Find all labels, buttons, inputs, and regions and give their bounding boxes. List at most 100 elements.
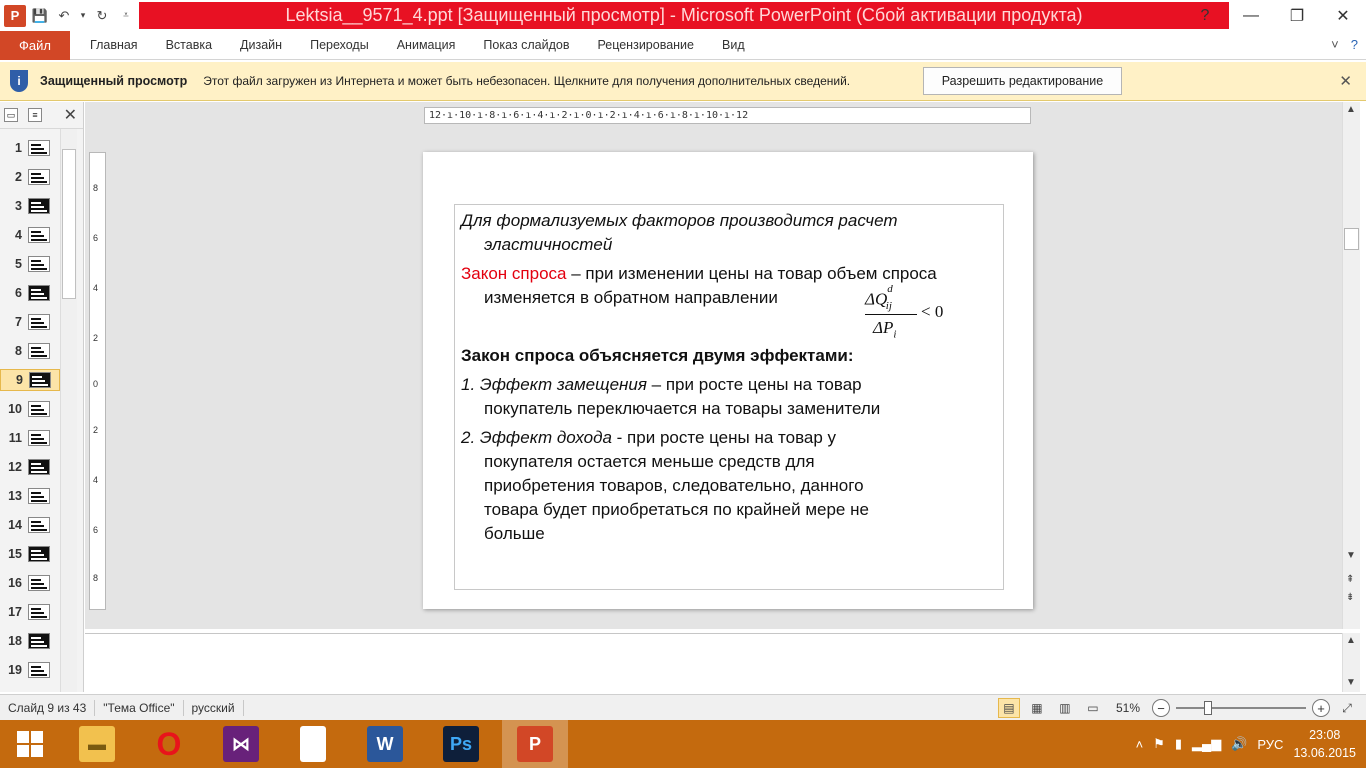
slide-thumbnail[interactable]: 8	[0, 340, 60, 362]
p5-rest: - при росте цены на товар у	[611, 428, 837, 447]
slide-thumbnail[interactable]: 12	[0, 456, 60, 478]
taskbar-powerpoint[interactable]: P	[502, 720, 568, 768]
taskbar-blank-document[interactable]	[280, 720, 346, 768]
keyboard-language[interactable]: РУС	[1257, 737, 1283, 752]
thumbnails-scrollbar[interactable]	[60, 129, 77, 692]
fit-to-window-icon[interactable]: ⤢	[1336, 698, 1358, 718]
scroll-down-icon[interactable]: ▼	[1346, 550, 1356, 561]
slide-thumbnail[interactable]: 7	[0, 311, 60, 333]
slide-thumbnail[interactable]: 2	[0, 166, 60, 188]
slide-text-box[interactable]: Для формализуемых факторов производится …	[454, 204, 1004, 590]
battery-icon[interactable]: ▮	[1175, 736, 1182, 752]
customize-qat-icon[interactable]: ⩡	[116, 6, 136, 26]
slide-sorter-icon[interactable]: ▦	[1026, 698, 1048, 718]
outline-tab-icon[interactable]: ≡	[28, 108, 42, 122]
dropdown-small-icon[interactable]: ▾	[78, 6, 88, 26]
slide-thumbnail-number: 1	[15, 141, 22, 155]
close-panel-icon[interactable]: ✕	[64, 105, 77, 125]
slide-thumbnail-number: 18	[8, 634, 22, 648]
theme-name[interactable]: "Тема Office"	[95, 699, 184, 716]
zoom-level[interactable]: 51%	[1116, 701, 1140, 715]
scroll-up-icon[interactable]: ▲	[1346, 104, 1356, 115]
tab-transitions[interactable]: Переходы	[296, 38, 383, 52]
taskbar-word[interactable]: W	[352, 720, 418, 768]
tab-file[interactable]: Файл	[0, 30, 70, 60]
slide-thumbnail[interactable]: 17	[0, 601, 60, 623]
zoom-slider-knob[interactable]	[1204, 701, 1212, 715]
scroll-thumb[interactable]	[62, 149, 76, 299]
help-icon[interactable]: ?	[1182, 0, 1228, 31]
minimize-button[interactable]: —	[1228, 0, 1274, 31]
slide-thumbnail[interactable]: 6	[0, 282, 60, 304]
next-slide-icon[interactable]: ⇟	[1346, 592, 1354, 603]
formula-numerator: ΔQdij	[865, 283, 893, 313]
slide-thumbnail[interactable]: 4	[0, 224, 60, 246]
language-indicator[interactable]: русский	[184, 699, 244, 716]
slides-tab-icon[interactable]: ▭	[4, 108, 18, 122]
ribbon-collapse-icon[interactable]: ˅	[1331, 37, 1339, 52]
clock[interactable]: 23:08 13.06.2015	[1293, 726, 1356, 762]
visual-studio-icon: ⋈	[223, 726, 259, 762]
notes-scrollbar[interactable]: ▲ ▼	[1342, 633, 1360, 692]
reading-view-icon[interactable]: ▥	[1054, 698, 1076, 718]
redo-icon[interactable]: ↻	[92, 6, 112, 26]
slide-thumbnail[interactable]: 15	[0, 543, 60, 565]
slide-thumbnail[interactable]: 13	[0, 485, 60, 507]
system-tray: ˄ ⚑ ▮ ▂▄▆ 🔊 РУС 23:08 13.06.2015	[1136, 720, 1356, 768]
slide-thumbnail[interactable]: 19	[0, 659, 60, 681]
slideshow-icon[interactable]: ▭	[1082, 698, 1104, 718]
enable-editing-button[interactable]: Разрешить редактирование	[923, 67, 1122, 95]
taskbar-opera[interactable]: O	[136, 720, 202, 768]
slide-thumbnail[interactable]: 14	[0, 514, 60, 536]
powerpoint-logo-icon[interactable]: P	[4, 4, 26, 27]
slide-paragraph-3: Закон спроса объясняется двумя эффектами…	[461, 346, 854, 365]
flag-icon[interactable]: ⚑	[1153, 736, 1165, 752]
scroll-down-icon[interactable]: ▼	[1346, 677, 1356, 688]
start-button[interactable]	[0, 720, 60, 768]
undo-icon[interactable]: ↶	[54, 6, 74, 26]
slide-thumbnail[interactable]: 9	[0, 369, 60, 391]
close-button[interactable]: ✕	[1320, 0, 1366, 31]
slide-thumbnail[interactable]: 3	[0, 195, 60, 217]
tab-animations[interactable]: Анимация	[383, 38, 470, 52]
tab-slideshow[interactable]: Показ слайдов	[469, 38, 583, 52]
tab-design[interactable]: Дизайн	[226, 38, 296, 52]
volume-icon[interactable]: 🔊	[1231, 736, 1247, 752]
taskbar-photoshop[interactable]: Ps	[428, 720, 494, 768]
show-hidden-icons-icon[interactable]: ˄	[1136, 737, 1144, 752]
main-vertical-scrollbar[interactable]: ▲ ▼ ⇞ ⇟	[1342, 102, 1360, 629]
tab-review[interactable]: Рецензирование	[583, 38, 708, 52]
save-icon[interactable]: 💾	[30, 6, 50, 26]
maximize-button[interactable]: ❐	[1274, 0, 1320, 31]
protected-view-message[interactable]: Этот файл загружен из Интернета и может …	[203, 74, 850, 88]
taskbar-file-explorer[interactable]: ▬	[64, 720, 130, 768]
slide-thumbnail[interactable]: 5	[0, 253, 60, 275]
zoom-slider[interactable]	[1176, 698, 1306, 718]
scroll-up-icon[interactable]: ▲	[1346, 635, 1356, 646]
slide-thumbnail[interactable]: 18	[0, 630, 60, 652]
previous-slide-icon[interactable]: ⇞	[1346, 574, 1354, 585]
slide-thumbnail[interactable]: 10	[0, 398, 60, 420]
normal-view-icon[interactable]: ▤	[997, 698, 1020, 718]
network-icon[interactable]: ▂▄▆	[1192, 736, 1221, 752]
thumbnails-header: ▭ ≡ ✕	[0, 102, 83, 129]
help-circle-icon[interactable]: ?	[1351, 37, 1358, 52]
slide-thumbnail-image	[28, 401, 50, 417]
tab-home[interactable]: Главная	[76, 38, 152, 52]
slide-canvas[interactable]: Для формализуемых факторов производится …	[423, 152, 1033, 609]
elasticity-formula: ΔQdij ΔPi < 0	[865, 283, 965, 341]
tab-view[interactable]: Вид	[708, 38, 759, 52]
slide-thumbnail-image	[28, 546, 50, 562]
zoom-out-icon[interactable]: −	[1152, 699, 1170, 717]
slide-thumbnail[interactable]: 11	[0, 427, 60, 449]
slide-thumbnail[interactable]: 1	[0, 137, 60, 159]
zoom-in-icon[interactable]: +	[1312, 699, 1330, 717]
scroll-thumb[interactable]	[1344, 228, 1359, 250]
tab-insert[interactable]: Вставка	[152, 38, 226, 52]
slide-thumbnail[interactable]: 16	[0, 572, 60, 594]
p4-rest: – при росте цены на товар	[646, 375, 862, 394]
taskbar-visual-studio[interactable]: ⋈	[208, 720, 274, 768]
notes-pane[interactable]	[85, 633, 1342, 692]
clock-date: 13.06.2015	[1293, 746, 1356, 760]
close-icon[interactable]: ✕	[1339, 72, 1352, 90]
